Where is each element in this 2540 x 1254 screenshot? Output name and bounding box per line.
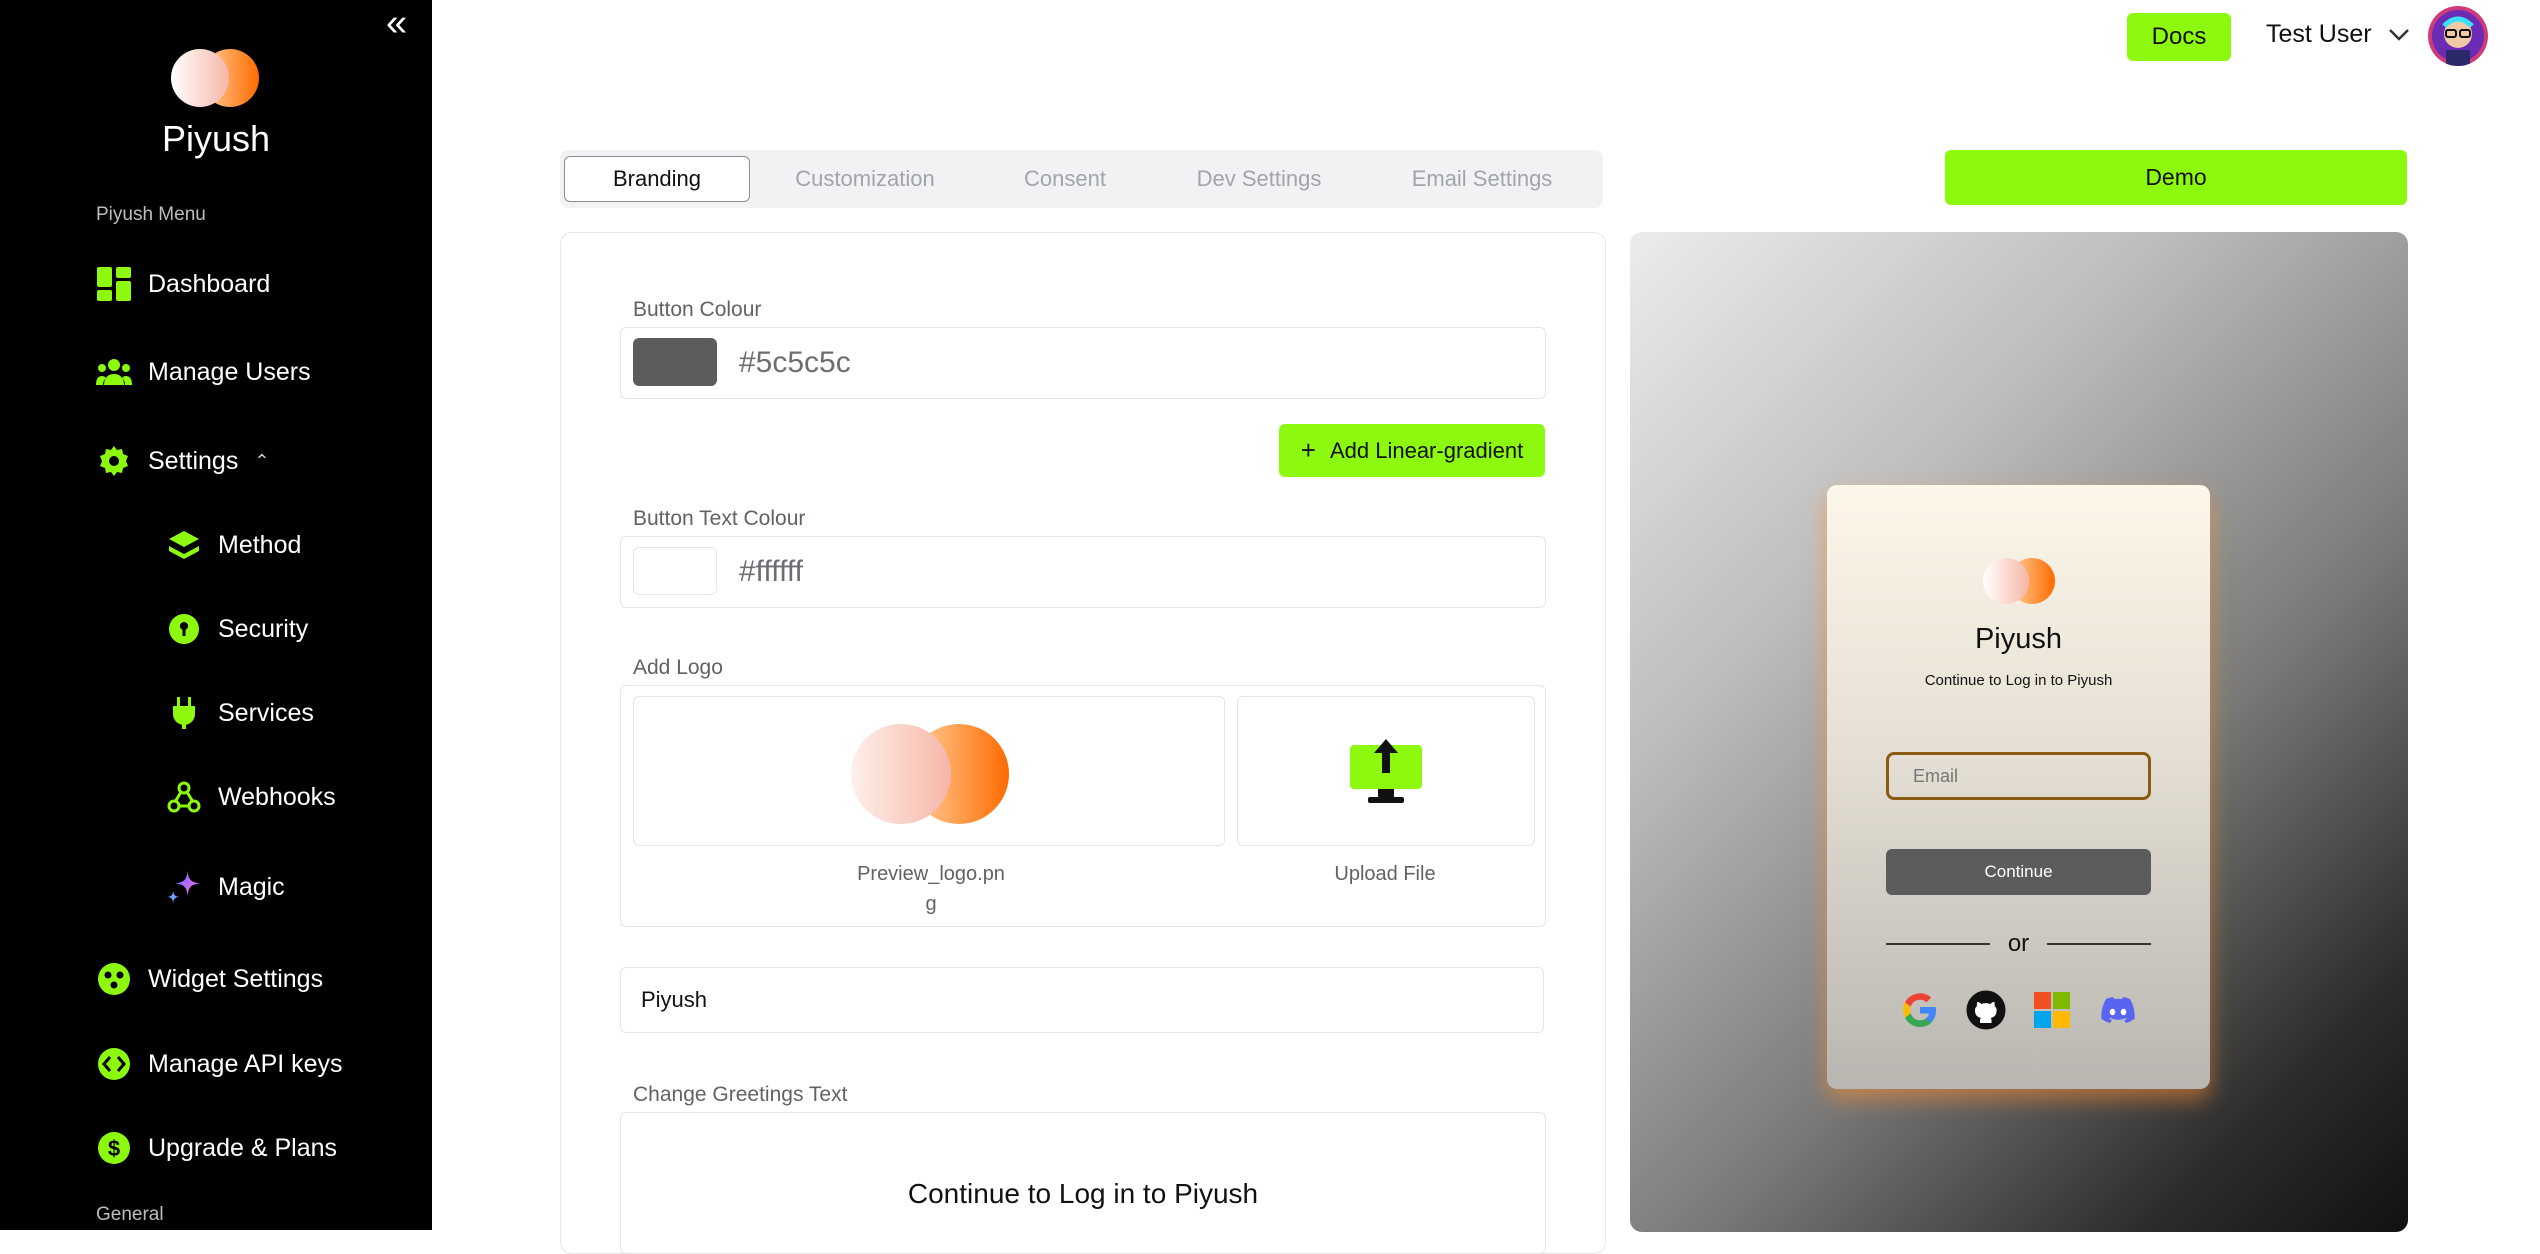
button-text-colour-swatch[interactable]	[633, 547, 717, 595]
tab-dev-settings[interactable]: Dev Settings	[1150, 157, 1368, 201]
sidebar-item-label: Settings	[148, 446, 239, 475]
logo-preview-card	[633, 696, 1225, 846]
sidebar-item-settings[interactable]: Settings ⌃	[96, 443, 269, 479]
tab-branding[interactable]: Branding	[564, 156, 750, 202]
chevron-up-down-icon: ⌃	[254, 450, 270, 471]
widget-icon	[96, 961, 132, 997]
logo-box: Preview_logo.pn g Upload File	[620, 685, 1546, 927]
brand-logo	[171, 49, 259, 107]
greetings-text[interactable]: Continue to Log in to Piyush	[621, 1178, 1545, 1210]
or-label: or	[2007, 930, 2030, 957]
preview-continue-button[interactable]: Continue	[1886, 849, 2151, 895]
menu-heading: Piyush Menu	[96, 204, 206, 225]
preview-email-input[interactable]: Email	[1886, 752, 2151, 800]
button-text-colour-label: Button Text Colour	[633, 507, 806, 530]
demo-button[interactable]: Demo	[1945, 150, 2407, 205]
sidebar-item-label: Widget Settings	[148, 964, 324, 993]
gear-icon	[96, 443, 132, 479]
sidebar-item-manage-users[interactable]: Manage Users	[96, 354, 311, 390]
user-name: Test User	[2266, 20, 2372, 48]
sidebar-item-label: Method	[218, 530, 302, 559]
sidebar-item-label: Services	[218, 698, 314, 727]
button-colour-label: Button Colour	[633, 298, 762, 321]
preview-brand-logo	[1983, 558, 2055, 604]
sidebar-item-label: Manage API keys	[148, 1049, 343, 1078]
users-icon	[96, 354, 132, 390]
plus-icon: +	[1300, 435, 1316, 465]
button-colour-value[interactable]: #5c5c5c	[739, 328, 851, 398]
preview-title: Piyush	[1974, 623, 2063, 655]
code-icon	[96, 1046, 132, 1082]
sidebar-item-services[interactable]: Services	[166, 695, 314, 731]
lock-icon	[166, 611, 202, 647]
sidebar-item-webhooks[interactable]: Webhooks	[166, 779, 336, 815]
sidebar: « Piyush Piyush Menu Dashboard Manage Us…	[0, 0, 432, 1230]
tab-customization[interactable]: Customization	[750, 157, 980, 201]
app-name-input[interactable]: Piyush	[620, 967, 1544, 1033]
avatar[interactable]	[2428, 6, 2488, 66]
sidebar-item-label: Webhooks	[218, 782, 336, 811]
login-preview-area: Piyush Continue to Log in to Piyush Emai…	[1630, 232, 2408, 1232]
microsoft-icon[interactable]	[2032, 990, 2072, 1030]
logo-preview-image	[851, 724, 1009, 824]
greetings-input[interactable]: Continue to Log in to Piyush	[620, 1112, 1546, 1254]
preview-subtitle: Continue to Log in to Piyush	[1924, 672, 2113, 689]
google-icon[interactable]	[1900, 990, 1940, 1030]
sidebar-item-label: Dashboard	[148, 269, 271, 298]
add-logo-label: Add Logo	[633, 656, 723, 679]
button-colour-swatch[interactable]	[633, 338, 717, 386]
github-icon[interactable]	[1966, 990, 2006, 1030]
sidebar-item-label: Magic	[218, 872, 285, 901]
sidebar-item-method[interactable]: Method	[166, 527, 301, 563]
tab-email-settings[interactable]: Email Settings	[1368, 157, 1596, 201]
settings-tabs: Branding Customization Consent Dev Setti…	[560, 150, 1603, 208]
layers-icon	[166, 527, 202, 563]
greetings-label: Change Greetings Text	[633, 1083, 848, 1106]
upload-file-card[interactable]	[1237, 696, 1535, 846]
chevron-down-icon	[2388, 28, 2409, 41]
webhook-icon	[166, 779, 202, 815]
tab-consent[interactable]: Consent	[980, 157, 1150, 201]
sidebar-item-dashboard[interactable]: Dashboard	[96, 266, 270, 302]
general-heading: General	[96, 1204, 164, 1225]
add-linear-gradient-button[interactable]: + Add Linear-gradient	[1279, 424, 1545, 477]
add-gradient-label: Add Linear-gradient	[1329, 437, 1524, 463]
svg-text:$: $	[108, 1136, 120, 1161]
sidebar-item-magic[interactable]: Magic	[166, 869, 285, 905]
sidebar-item-label: Manage Users	[148, 357, 311, 386]
button-text-colour-value[interactable]: #ffffff	[739, 537, 803, 607]
button-colour-field[interactable]: #5c5c5c	[620, 327, 1546, 399]
upload-icon	[1350, 739, 1422, 803]
plug-icon	[166, 695, 202, 731]
sidebar-item-widget-settings[interactable]: Widget Settings	[96, 961, 323, 997]
button-text-colour-field[interactable]: #ffffff	[620, 536, 1546, 608]
logo-filename: Preview_logo.pn g	[857, 863, 1005, 915]
brand-name: Piyush	[161, 118, 271, 159]
discord-icon[interactable]	[2098, 990, 2138, 1030]
or-divider: or	[1886, 930, 2151, 958]
sidebar-item-manage-api-keys[interactable]: Manage API keys	[96, 1046, 343, 1082]
sidebar-item-label: Security	[218, 614, 309, 643]
sidebar-item-label: Upgrade & Plans	[148, 1133, 338, 1162]
user-menu[interactable]: Test User	[2266, 20, 2410, 49]
docs-button[interactable]: Docs	[2127, 13, 2231, 61]
dollar-icon: $	[96, 1130, 132, 1166]
sparkle-icon	[166, 869, 202, 905]
dashboard-icon	[96, 266, 132, 302]
collapse-sidebar-icon[interactable]: «	[386, 4, 407, 42]
upload-file-label: Upload File	[1334, 863, 1436, 885]
sidebar-item-security[interactable]: Security	[166, 611, 308, 647]
sidebar-item-upgrade-plans[interactable]: $ Upgrade & Plans	[96, 1130, 337, 1166]
login-card-preview: Piyush Continue to Log in to Piyush Emai…	[1827, 485, 2210, 1089]
